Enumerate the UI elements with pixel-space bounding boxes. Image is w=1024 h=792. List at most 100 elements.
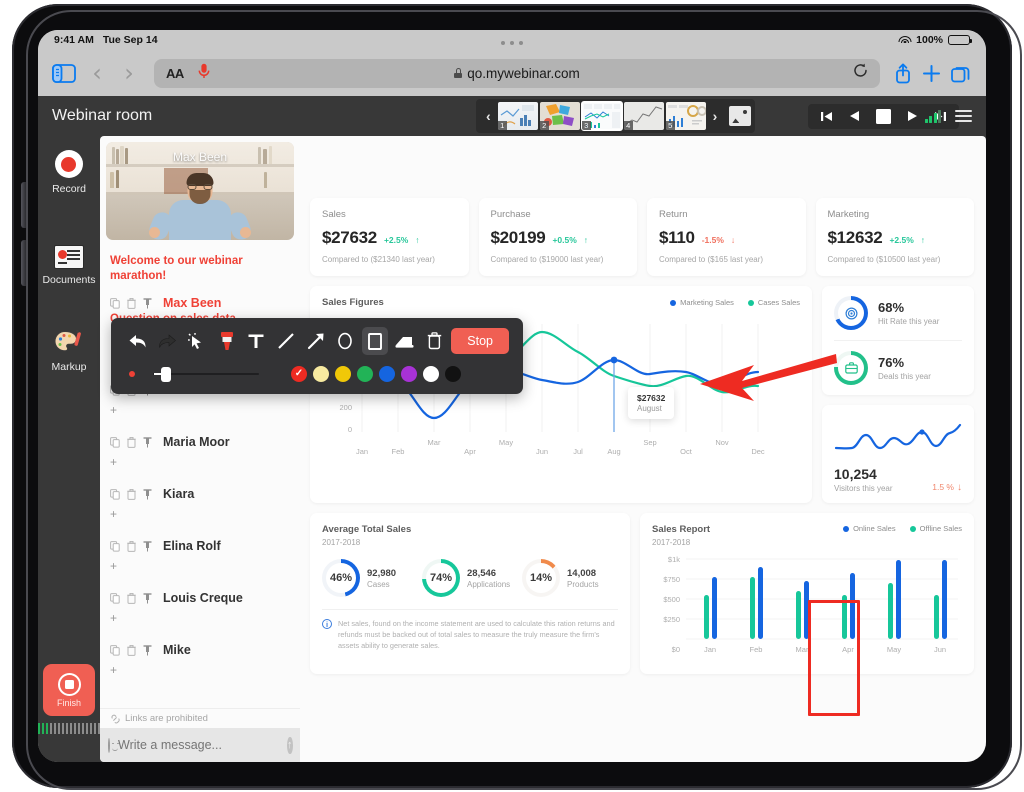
arrow-icon[interactable]	[303, 327, 329, 355]
volume-down-button[interactable]	[21, 240, 26, 286]
text-icon[interactable]	[244, 327, 270, 355]
rewind-icon[interactable]	[849, 110, 860, 122]
pin-icon[interactable]	[143, 644, 152, 656]
slide-number: 1	[497, 121, 507, 130]
copy-icon[interactable]	[110, 297, 120, 309]
sidebar-icon[interactable]	[52, 63, 76, 83]
color-swatch-blue[interactable]	[379, 366, 395, 382]
brush-size-slider[interactable]	[153, 366, 259, 382]
copy-icon[interactable]	[110, 436, 120, 448]
ellipse-icon[interactable]	[333, 327, 359, 355]
volume-up-button[interactable]	[21, 182, 26, 228]
slide-thumbnail[interactable]: 4	[623, 102, 664, 130]
line-icon[interactable]	[273, 327, 299, 355]
rectangle-icon[interactable]	[362, 327, 388, 355]
color-swatch-gold[interactable]	[335, 366, 351, 382]
emoji-icon[interactable]	[108, 737, 118, 753]
chat-expand[interactable]: +	[110, 455, 290, 469]
slider-knob[interactable]	[154, 366, 171, 382]
visitors-sparkline	[834, 423, 962, 450]
color-swatch-purple[interactable]	[401, 366, 417, 382]
slides-thumbnail-strip[interactable]: ‹ 1 2 3 4 5 ›	[476, 99, 756, 133]
magic-select-icon[interactable]	[184, 327, 210, 355]
rail-item-markup[interactable]: Markup	[51, 329, 87, 373]
slide-thumbnail[interactable]: 2	[539, 102, 580, 130]
chat-expand[interactable]: +	[110, 559, 290, 573]
new-tab-icon[interactable]	[922, 64, 941, 83]
skip-back-icon[interactable]	[820, 110, 833, 123]
eraser-icon[interactable]	[392, 327, 418, 355]
copy-icon[interactable]	[110, 488, 120, 500]
delete-icon[interactable]	[127, 540, 136, 552]
url-bar[interactable]: AA qo.mywebinar.com	[154, 58, 880, 88]
insert-image-button[interactable]	[729, 106, 752, 126]
chat-input-bar[interactable]: ↑	[100, 728, 300, 762]
stop-icon[interactable]	[876, 108, 891, 124]
chat-input[interactable]	[118, 738, 279, 752]
delete-icon[interactable]	[127, 644, 136, 656]
stop-markup-button[interactable]: Stop	[451, 328, 509, 354]
video-tile[interactable]: Max Been	[106, 142, 294, 240]
redo-icon[interactable]	[155, 327, 181, 355]
pin-icon[interactable]	[143, 436, 152, 448]
slide-thumbnail[interactable]: 5	[665, 102, 706, 130]
chat-expand[interactable]: +	[110, 507, 290, 521]
slides-next-button[interactable]: ›	[707, 108, 724, 124]
pin-icon[interactable]	[143, 592, 152, 604]
copy-icon[interactable]	[110, 644, 120, 656]
rail-item-record[interactable]: Record	[52, 150, 86, 195]
status-right: 100%	[898, 34, 973, 46]
svg-text:Jun: Jun	[934, 645, 946, 654]
markup-toolbar[interactable]: Stop ✓	[111, 318, 523, 394]
brush-size-preview	[129, 371, 135, 377]
multitask-handle[interactable]	[501, 41, 523, 45]
list-item[interactable]: Elina Rolf +	[110, 539, 290, 573]
pin-icon[interactable]	[143, 488, 152, 500]
list-item[interactable]: Maria Moor +	[110, 435, 290, 469]
chart-title: Sales Report	[652, 524, 711, 535]
legend-label: Offline Sales	[919, 524, 962, 533]
delete-icon[interactable]	[127, 297, 136, 309]
delete-icon[interactable]	[127, 488, 136, 500]
pin-icon[interactable]	[143, 540, 152, 552]
delete-icon[interactable]	[127, 436, 136, 448]
list-item[interactable]: Kiara +	[110, 487, 290, 521]
chat-expand[interactable]: +	[110, 663, 290, 677]
list-item[interactable]: Mike +	[110, 643, 290, 677]
color-swatch-white[interactable]	[423, 366, 439, 382]
annotation-point	[610, 356, 618, 364]
finish-button[interactable]: Finish	[43, 664, 95, 716]
legend-color-swatch	[747, 299, 754, 306]
list-item[interactable]: Louis Creque +	[110, 591, 290, 625]
delete-icon[interactable]	[127, 592, 136, 604]
reader-mode-button[interactable]: AA	[166, 66, 184, 81]
trend-down-icon: ↓	[957, 482, 962, 493]
highlighter-icon[interactable]	[214, 327, 240, 355]
undo-icon[interactable]	[125, 327, 151, 355]
share-icon[interactable]	[894, 63, 912, 84]
slide-thumbnail[interactable]: 1	[497, 102, 538, 130]
slides-prev-button[interactable]: ‹	[480, 108, 497, 124]
kpi-title: Sales	[322, 209, 346, 220]
color-swatch-light-yellow[interactable]	[313, 366, 329, 382]
color-swatch-red[interactable]: ✓	[291, 366, 307, 382]
color-swatch-black[interactable]	[445, 366, 461, 382]
color-swatch-green[interactable]	[357, 366, 373, 382]
reload-icon[interactable]	[853, 63, 868, 83]
back-icon[interactable]: ‹	[86, 61, 108, 85]
tabs-icon[interactable]	[951, 64, 972, 83]
mic-icon[interactable]	[198, 63, 210, 84]
send-button[interactable]: ↑	[287, 736, 293, 754]
slide-thumbnail-selected[interactable]: 3	[580, 101, 623, 131]
rail-item-documents[interactable]: Documents	[42, 245, 96, 286]
forward-icon[interactable]: ›	[118, 61, 140, 85]
trash-icon[interactable]	[422, 327, 448, 355]
chat-message-list[interactable]: Welcome to our webinar marathon! Max Bee…	[100, 244, 300, 708]
pin-icon[interactable]	[143, 297, 152, 309]
play-icon[interactable]	[907, 110, 918, 122]
chat-expand[interactable]: +	[110, 611, 290, 625]
menu-icon[interactable]	[955, 109, 972, 123]
chat-expand[interactable]: +	[110, 403, 290, 417]
copy-icon[interactable]	[110, 592, 120, 604]
copy-icon[interactable]	[110, 540, 120, 552]
